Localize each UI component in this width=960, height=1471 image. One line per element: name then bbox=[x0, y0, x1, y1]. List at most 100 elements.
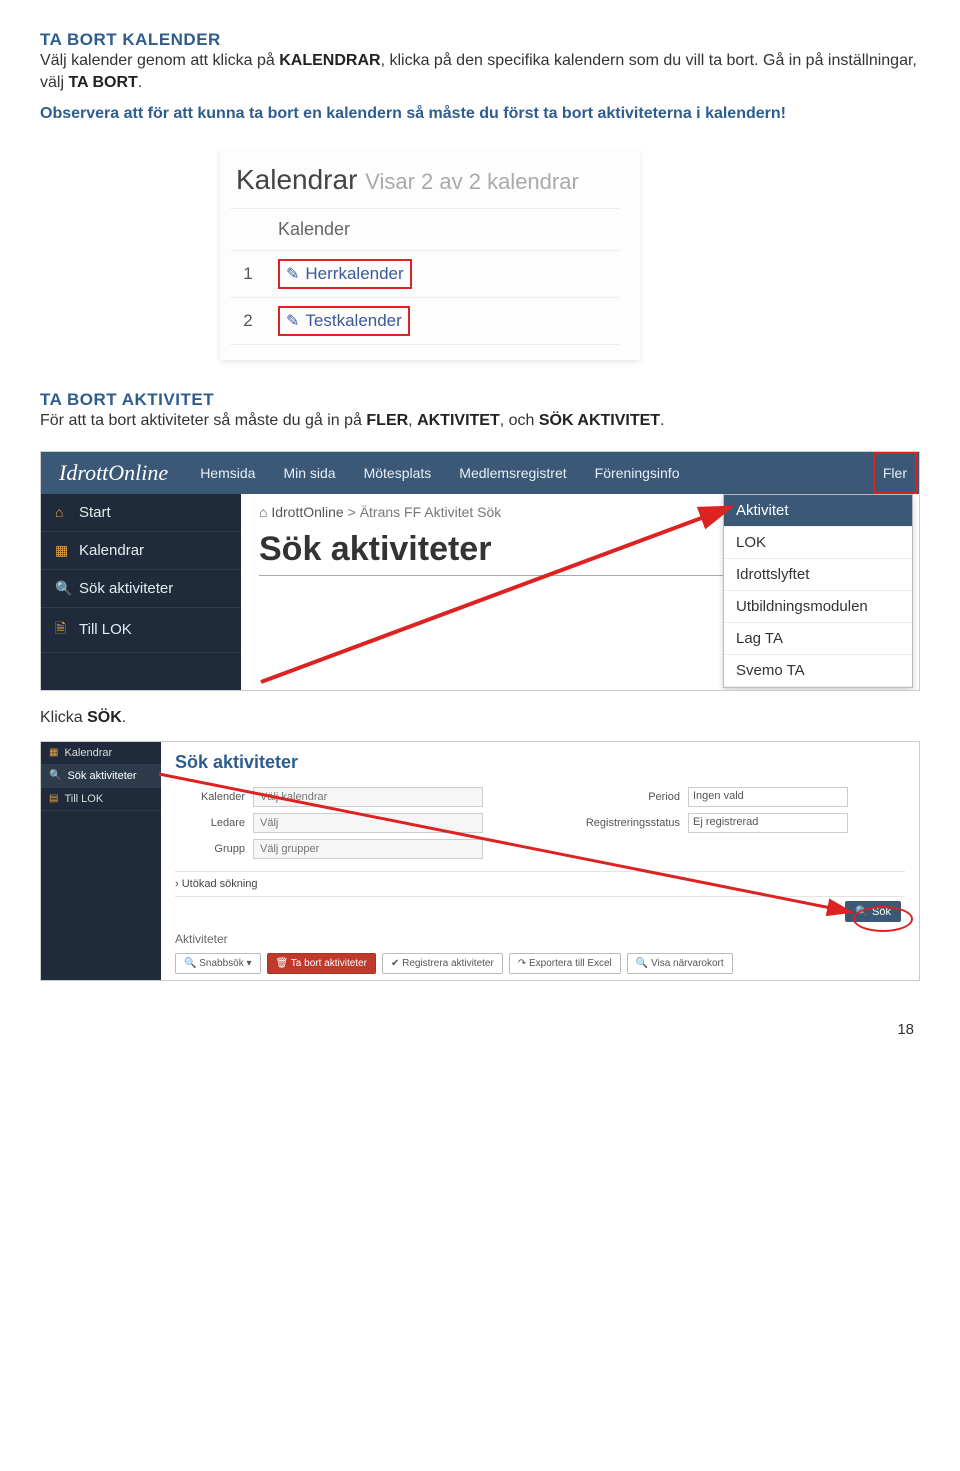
top-nav: IdrottOnline Hemsida Min sida Mötesplats… bbox=[41, 452, 919, 494]
section1-note: Observera att för att kunna ta bort en k… bbox=[40, 103, 920, 125]
section1-paragraph: Välj kalender genom att klicka på KALEND… bbox=[40, 50, 920, 95]
label-kalender: Kalender bbox=[175, 791, 245, 803]
nav-motesplats[interactable]: Mötesplats bbox=[350, 452, 446, 494]
s1-txt-e: . bbox=[138, 74, 142, 91]
nav-fler[interactable]: Fler bbox=[873, 452, 917, 494]
s2-txt-a: För att ta bort aktiviteter så måste du … bbox=[40, 412, 366, 429]
list-icon: ▤ bbox=[49, 793, 58, 804]
action-button-row: 🔍 Snabbsök ▾ 🗑 Ta bort aktiviteter ✔ Reg… bbox=[175, 953, 905, 974]
nav-foreningsinfo[interactable]: Föreningsinfo bbox=[581, 452, 694, 494]
expand-search[interactable]: › Utökad sökning bbox=[175, 871, 905, 897]
sok-panel: ▦ Kalendrar 🔍 Sök aktiviteter ▤ Till LOK Sö… bbox=[40, 741, 920, 981]
leftnav-label: Start bbox=[79, 504, 111, 521]
input-grupp[interactable] bbox=[253, 839, 483, 859]
select-regstatus[interactable]: Ej registrerad bbox=[688, 813, 848, 833]
s2-b3: SÖK AKTIVITET bbox=[539, 412, 660, 429]
exportera-button[interactable]: ↷ Exportera till Excel bbox=[509, 953, 621, 974]
p3-title: Sök aktiviteter bbox=[175, 752, 905, 773]
p3-leftnav: ▦ Kalendrar 🔍 Sök aktiviteter ▤ Till LOK bbox=[41, 742, 161, 980]
section1-heading: TA BORT KALENDER bbox=[40, 30, 920, 50]
select-period[interactable]: Ingen vald bbox=[688, 787, 848, 807]
section2-heading: TA BORT AKTIVITET bbox=[40, 390, 920, 410]
leftnav-tilllok[interactable]: 🗎 Till LOK bbox=[41, 608, 241, 653]
dd-lok[interactable]: LOK bbox=[724, 527, 912, 559]
tabort-button[interactable]: 🗑 Ta bort aktiviteter bbox=[267, 953, 376, 974]
leftnav-kalendrar[interactable]: ▦ Kalendrar bbox=[41, 532, 241, 570]
input-ledare[interactable] bbox=[253, 813, 483, 833]
nav-minsida[interactable]: Min sida bbox=[269, 452, 349, 494]
table-row: 2 ✎ Testkalender bbox=[230, 298, 620, 345]
row-num-2: 2 bbox=[230, 298, 266, 345]
leftnav-label: Sök aktiviteter bbox=[79, 580, 173, 597]
visa-button[interactable]: 🔍 Visa närvarokort bbox=[627, 953, 733, 974]
p3-leftnav-label: Till LOK bbox=[64, 793, 103, 805]
p3-leftnav-sok[interactable]: 🔍 Sök aktiviteter bbox=[41, 765, 161, 788]
p3-leftnav-tilllok[interactable]: ▤ Till LOK bbox=[41, 788, 161, 811]
s2-b1: FLER bbox=[366, 412, 408, 429]
logo: IdrottOnline bbox=[41, 460, 186, 486]
calendar-icon: ▦ bbox=[55, 542, 69, 559]
label-grupp: Grupp bbox=[175, 843, 245, 855]
s3-b1: SÖK bbox=[87, 709, 122, 726]
s2-sep2: , och bbox=[500, 412, 539, 429]
kalender-table: Kalender 1 ✎ Herrkalender 2 ✎ Testkalender bbox=[230, 208, 620, 345]
s1-bold-2: TA BORT bbox=[68, 74, 137, 91]
home-icon: ⌂ bbox=[55, 504, 69, 520]
kalender-link-2[interactable]: ✎ Testkalender bbox=[278, 306, 410, 336]
label-period: Period bbox=[560, 791, 680, 803]
search-icon: 🔍 bbox=[49, 770, 61, 781]
nav-medlemsregistret[interactable]: Medlemsregistret bbox=[445, 452, 580, 494]
leftnav-label: Kalendrar bbox=[79, 542, 144, 559]
kalender-name-2: Testkalender bbox=[305, 311, 401, 330]
leftnav-sok[interactable]: 🔍 Sök aktiviteter bbox=[41, 570, 241, 608]
s2-sep1: , bbox=[408, 412, 417, 429]
p3-main: Sök aktiviteter Kalender Ledare Grupp Pe… bbox=[161, 742, 919, 980]
col-empty bbox=[230, 209, 266, 251]
crumb-home[interactable]: ⌂ IdrottOnline bbox=[259, 504, 344, 520]
panel1-title-main: Kalendrar bbox=[236, 164, 357, 195]
row-num-1: 1 bbox=[230, 251, 266, 298]
registrera-button[interactable]: ✔ Registrera aktiviteter bbox=[382, 953, 503, 974]
idrottonline-panel: IdrottOnline Hemsida Min sida Mötesplats… bbox=[40, 451, 920, 691]
col-kalender: Kalender bbox=[266, 209, 620, 251]
search-icon: 🔍 bbox=[55, 580, 69, 597]
dd-svemota[interactable]: Svemo TA bbox=[724, 655, 912, 687]
doc-icon: 🗎 bbox=[55, 618, 69, 642]
dd-idrottslyftet[interactable]: Idrottslyftet bbox=[724, 559, 912, 591]
leftnav-label: Till LOK bbox=[79, 621, 132, 638]
edit-icon: ✎ bbox=[286, 266, 299, 283]
s1-txt-a: Välj kalender genom att klicka på bbox=[40, 52, 279, 69]
p3-leftnav-label: Kalendrar bbox=[64, 747, 112, 759]
aktiviteter-heading: Aktiviteter bbox=[175, 932, 228, 946]
s1-bold-1: KALENDRAR bbox=[279, 52, 380, 69]
kalender-link-1[interactable]: ✎ Herrkalender bbox=[278, 259, 412, 289]
dd-utbildning[interactable]: Utbildningsmodulen bbox=[724, 591, 912, 623]
annotation-circle-icon bbox=[853, 906, 913, 932]
leftnav-start[interactable]: ⌂ Start bbox=[41, 494, 241, 532]
p3-leftnav-kalendrar[interactable]: ▦ Kalendrar bbox=[41, 742, 161, 765]
calendar-icon: ▦ bbox=[49, 747, 58, 758]
fler-dropdown: Aktivitet LOK Idrottslyftet Utbildningsm… bbox=[723, 494, 913, 688]
dd-aktivitet[interactable]: Aktivitet bbox=[724, 495, 912, 527]
input-kalender[interactable] bbox=[253, 787, 483, 807]
left-nav: ⌂ Start ▦ Kalendrar 🔍 Sök aktiviteter 🗎 Till… bbox=[41, 494, 241, 690]
label-regstatus: Registreringsstatus bbox=[560, 817, 680, 829]
section3-paragraph: Klicka SÖK. bbox=[40, 709, 920, 727]
section2-paragraph: För att ta bort aktiviteter så måste du … bbox=[40, 410, 920, 432]
table-row: 1 ✎ Herrkalender bbox=[230, 251, 620, 298]
s3-txt-a: Klicka bbox=[40, 709, 87, 726]
snabbsok-button[interactable]: 🔍 Snabbsök ▾ bbox=[175, 953, 261, 974]
page-number: 18 bbox=[40, 1021, 920, 1038]
crumb-rest: Ätrans FF Aktivitet Sök bbox=[360, 504, 502, 520]
panel1-title-sub: Visar 2 av 2 kalendrar bbox=[365, 169, 579, 194]
edit-icon: ✎ bbox=[286, 313, 299, 330]
kalendrar-panel: Kalendrar Visar 2 av 2 kalendrar Kalende… bbox=[220, 150, 640, 360]
s2-b2: AKTIVITET bbox=[417, 412, 500, 429]
nav-hemsida[interactable]: Hemsida bbox=[186, 452, 269, 494]
p3-leftnav-label: Sök aktiviteter bbox=[67, 770, 136, 782]
s2-end: . bbox=[660, 412, 664, 429]
kalender-name-1: Herrkalender bbox=[305, 264, 403, 283]
label-ledare: Ledare bbox=[175, 817, 245, 829]
s3-end: . bbox=[122, 709, 126, 726]
dd-lagta[interactable]: Lag TA bbox=[724, 623, 912, 655]
